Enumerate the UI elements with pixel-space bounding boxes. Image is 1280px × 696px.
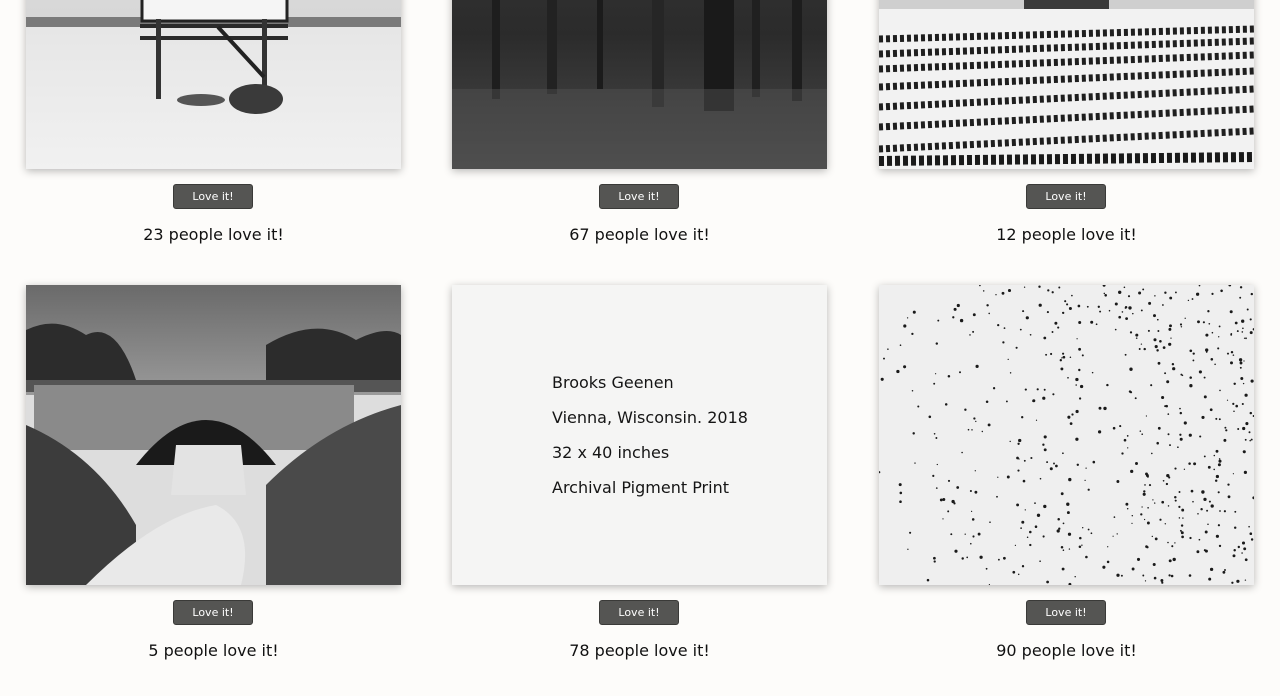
love-it-button[interactable]: Love it! [1026,600,1106,625]
love-count: 78 people love it! [569,641,710,660]
artwork-medium: Archival Pigment Print [552,478,729,497]
snowy-cornfield-image [879,0,1254,169]
photo-stone-bridge[interactable] [26,285,401,585]
photo-dark-forest[interactable] [452,0,827,169]
artwork-artist: Brooks Geenen [552,373,674,392]
love-it-button[interactable]: Love it! [599,184,679,209]
snowy-billboard-image [26,0,401,169]
photo-gallery: Love it! 23 people love it! Love it! 67 … [0,0,1280,696]
photo-bird-flock[interactable] [879,285,1254,585]
photo-snowy-billboard[interactable] [26,0,401,169]
artwork-location: Vienna, Wisconsin. 2018 [552,408,748,427]
dark-forest-image [452,0,827,169]
bird-flock-image [879,285,1254,585]
love-it-button[interactable]: Love it! [173,184,253,209]
love-count: 5 people love it! [148,641,279,660]
photo-snowy-cornfield[interactable] [879,0,1254,169]
love-it-button[interactable]: Love it! [1026,184,1106,209]
love-count: 90 people love it! [996,641,1137,660]
stone-bridge-image [26,285,401,585]
love-it-button[interactable]: Love it! [599,600,679,625]
artwork-info-panel[interactable]: Brooks Geenen Vienna, Wisconsin. 2018 32… [452,285,827,585]
love-count: 67 people love it! [569,225,710,244]
love-count: 23 people love it! [143,225,284,244]
love-count: 12 people love it! [996,225,1137,244]
artwork-size: 32 x 40 inches [552,443,670,462]
love-it-button[interactable]: Love it! [173,600,253,625]
